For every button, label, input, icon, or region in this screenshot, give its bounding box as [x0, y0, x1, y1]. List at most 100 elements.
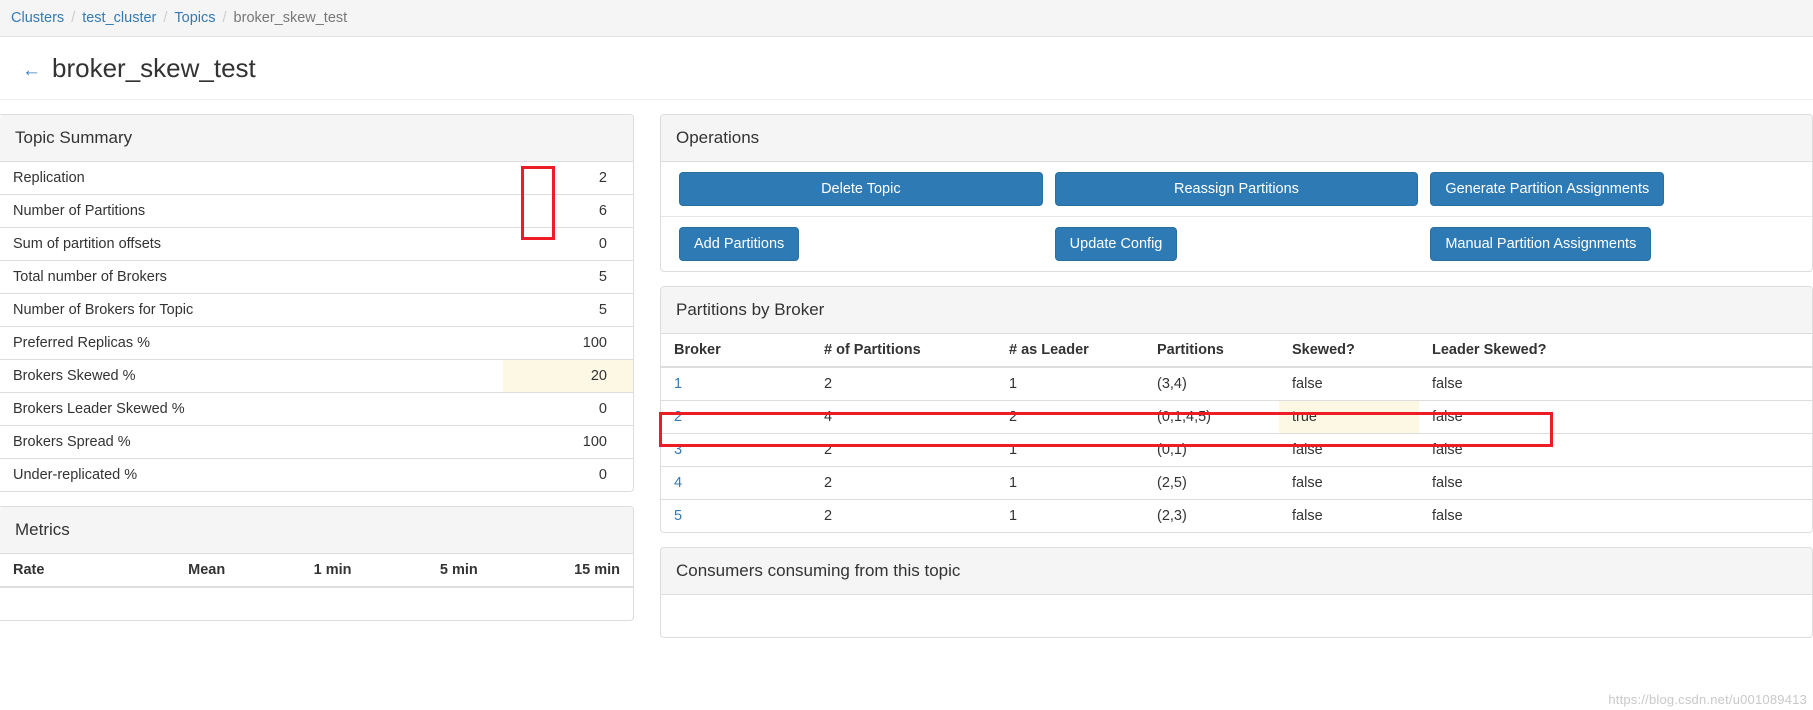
delete-topic-button[interactable]: Delete Topic [679, 172, 1043, 206]
operations-row-1: Delete Topic Reassign Partitions Generat… [661, 162, 1812, 216]
broker-num-leader: 1 [996, 500, 1144, 533]
broker-id-link[interactable]: 1 [661, 367, 811, 401]
operations-cell: Delete Topic [673, 172, 1049, 206]
broker-id-link[interactable]: 5 [661, 500, 811, 533]
operations-panel: Operations Delete Topic Reassign Partiti… [660, 114, 1813, 272]
manual-partition-assignments-button[interactable]: Manual Partition Assignments [1430, 227, 1651, 261]
operations-cell: Generate Partition Assignments [1424, 172, 1800, 206]
table-row: Brokers Leader Skewed %0 [0, 393, 633, 426]
right-column: Operations Delete Topic Reassign Partiti… [634, 100, 1813, 638]
page-header: ← broker_skew_test [0, 37, 1813, 100]
broker-leader-skewed: false [1419, 500, 1812, 533]
breadcrumb-item-test-cluster[interactable]: test_cluster [82, 10, 156, 26]
breadcrumb-separator: / [223, 10, 227, 26]
topic-summary-label: Brokers Skewed % [0, 360, 503, 393]
partitions-by-broker-table: Broker # of Partitions # as Leader Parti… [661, 334, 1812, 532]
table-row: Brokers Spread %100 [0, 426, 633, 459]
broker-id-link[interactable]: 4 [661, 467, 811, 500]
broker-partitions: (2,3) [1144, 500, 1279, 533]
table-row: Under-replicated %0 [0, 459, 633, 492]
table-row: 421(2,5)falsefalse [661, 467, 1812, 500]
brokers-col-skewed: Skewed? [1279, 334, 1419, 367]
partitions-by-broker-title: Partitions by Broker [661, 287, 1812, 334]
breadcrumb: Clusters / test_cluster / Topics / broke… [0, 0, 1813, 37]
broker-num-partitions: 2 [811, 467, 996, 500]
topic-summary-label: Number of Brokers for Topic [0, 294, 503, 327]
breadcrumb-separator: / [163, 10, 167, 26]
table-row: Total number of Brokers5 [0, 261, 633, 294]
topic-summary-value: 0 [503, 228, 633, 261]
topic-summary-label: Preferred Replicas % [0, 327, 503, 360]
metrics-col-mean: Mean [114, 554, 239, 587]
reassign-partitions-button[interactable]: Reassign Partitions [1055, 172, 1419, 206]
topic-summary-label: Sum of partition offsets [0, 228, 503, 261]
table-row: 242(0,1,4,5)truefalse [661, 401, 1812, 434]
broker-num-partitions: 2 [811, 500, 996, 533]
topic-summary-value: 100 [503, 426, 633, 459]
metrics-col-15min: 15 min [491, 554, 633, 587]
breadcrumb-separator: / [71, 10, 75, 26]
broker-skewed: false [1279, 434, 1419, 467]
broker-id-link[interactable]: 2 [661, 401, 811, 434]
metrics-cell [364, 587, 490, 620]
table-row: Number of Brokers for Topic5 [0, 294, 633, 327]
broker-id-link[interactable]: 3 [661, 434, 811, 467]
generate-partition-assignments-button[interactable]: Generate Partition Assignments [1430, 172, 1664, 206]
partitions-by-broker-panel: Partitions by Broker Broker # of Partiti… [660, 286, 1813, 533]
operations-row-2: Add Partitions Update Config Manual Part… [661, 216, 1812, 271]
brokers-col-broker: Broker [661, 334, 811, 367]
update-config-button[interactable]: Update Config [1055, 227, 1178, 261]
broker-partitions: (2,5) [1144, 467, 1279, 500]
topic-summary-table: Replication2Number of Partitions6Sum of … [0, 162, 633, 491]
main-content: Topic Summary Replication2Number of Part… [0, 100, 1813, 638]
table-row: 521(2,3)falsefalse [661, 500, 1812, 533]
metrics-cell [0, 587, 114, 620]
broker-leader-skewed: false [1419, 401, 1812, 434]
broker-skewed: true [1279, 401, 1419, 434]
breadcrumb-item-clusters[interactable]: Clusters [11, 10, 64, 26]
page-root: Clusters / test_cluster / Topics / broke… [0, 0, 1813, 710]
metrics-cell [491, 587, 633, 620]
consumers-title: Consumers consuming from this topic [661, 548, 1812, 595]
topic-summary-value: 20 [503, 360, 633, 393]
table-row: Sum of partition offsets0 [0, 228, 633, 261]
consumers-panel: Consumers consuming from this topic [660, 547, 1813, 638]
brokers-col-partitions: Partitions [1144, 334, 1279, 367]
topic-summary-label: Brokers Spread % [0, 426, 503, 459]
consumers-body [661, 595, 1812, 637]
brokers-col-leader-skewed: Leader Skewed? [1419, 334, 1812, 367]
topic-summary-value: 5 [503, 261, 633, 294]
broker-partitions: (3,4) [1144, 367, 1279, 401]
metrics-col-5min: 5 min [364, 554, 490, 587]
table-row: Brokers Skewed %20 [0, 360, 633, 393]
topic-summary-value: 6 [503, 195, 633, 228]
topic-summary-label: Number of Partitions [0, 195, 503, 228]
add-partitions-button[interactable]: Add Partitions [679, 227, 799, 261]
metrics-title: Metrics [0, 507, 633, 554]
topic-summary-value: 5 [503, 294, 633, 327]
broker-skewed: false [1279, 367, 1419, 401]
broker-leader-skewed: false [1419, 367, 1812, 401]
broker-num-partitions: 2 [811, 434, 996, 467]
topic-summary-label: Under-replicated % [0, 459, 503, 492]
broker-num-leader: 1 [996, 467, 1144, 500]
broker-leader-skewed: false [1419, 467, 1812, 500]
broker-skewed: false [1279, 467, 1419, 500]
left-column: Topic Summary Replication2Number of Part… [0, 100, 634, 621]
operations-cell: Manual Partition Assignments [1424, 227, 1800, 261]
metrics-row [0, 587, 633, 620]
metrics-cell [238, 587, 364, 620]
topic-summary-value: 0 [503, 459, 633, 492]
topic-summary-value: 2 [503, 162, 633, 195]
topic-summary-panel: Topic Summary Replication2Number of Part… [0, 114, 634, 492]
topic-summary-label: Total number of Brokers [0, 261, 503, 294]
breadcrumb-item-topics[interactable]: Topics [174, 10, 215, 26]
operations-title: Operations [661, 115, 1812, 162]
table-row: 121(3,4)falsefalse [661, 367, 1812, 401]
back-arrow-icon[interactable]: ← [22, 61, 41, 80]
topic-summary-value: 0 [503, 393, 633, 426]
broker-num-partitions: 4 [811, 401, 996, 434]
metrics-col-rate: Rate [0, 554, 114, 587]
broker-num-leader: 2 [996, 401, 1144, 434]
operations-cell: Add Partitions [673, 227, 1049, 261]
